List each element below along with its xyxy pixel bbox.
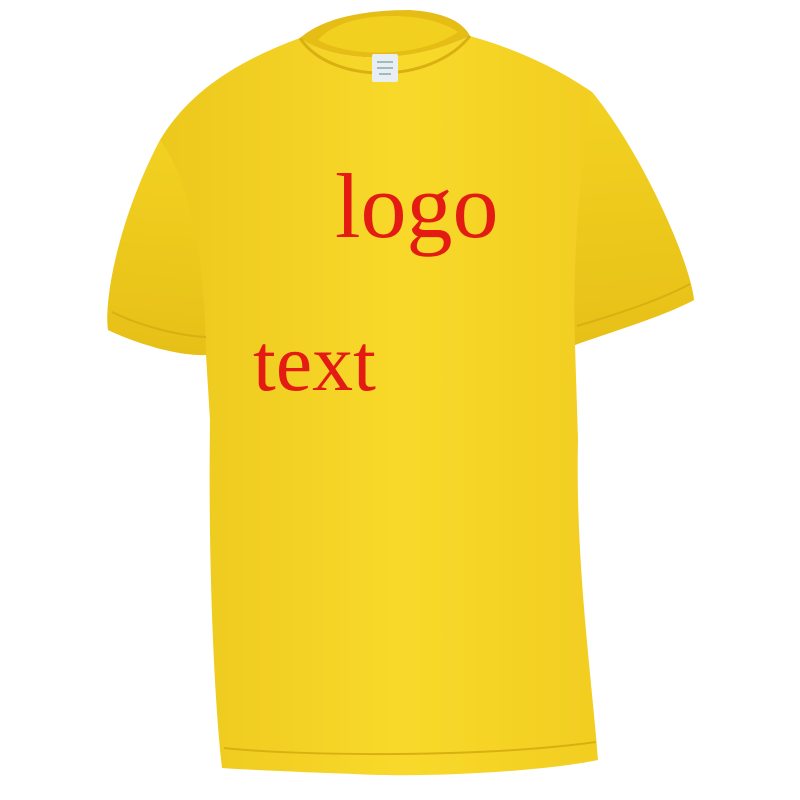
product-image-canvas: logo text (0, 0, 800, 800)
printed-logo-placeholder: logo (335, 155, 499, 257)
tshirt-illustration (107, 10, 695, 776)
printed-text-placeholder: text (253, 317, 376, 408)
